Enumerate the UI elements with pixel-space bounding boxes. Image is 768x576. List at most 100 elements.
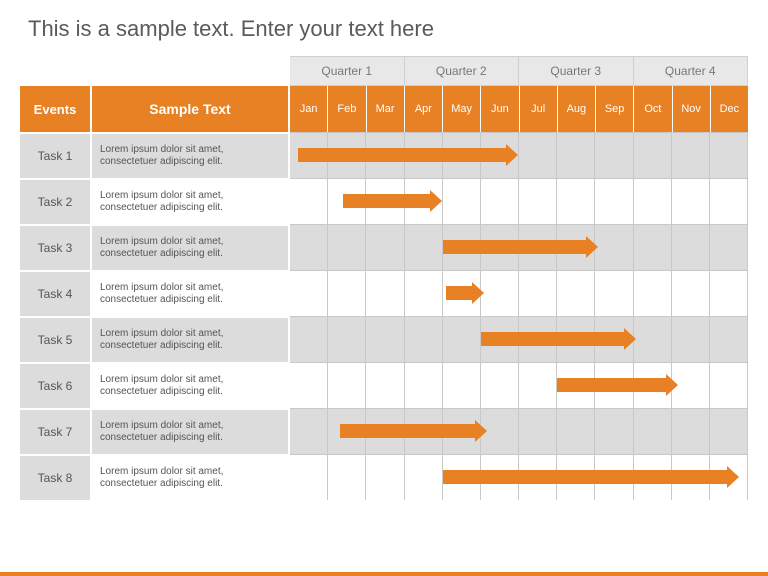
task-row: Task 7Lorem ipsum dolor sit amet, consec… <box>20 408 748 454</box>
month-cell: Mar <box>367 86 405 132</box>
grid-cell <box>290 454 328 500</box>
bar-area <box>290 316 748 362</box>
grid-cell <box>557 270 595 316</box>
task-label: Task 5 <box>20 316 92 362</box>
bar-area <box>290 362 748 408</box>
quarter-cell: Quarter 3 <box>519 56 634 86</box>
quarter-cell: Quarter 4 <box>634 56 749 86</box>
task-row: Task 2Lorem ipsum dolor sit amet, consec… <box>20 178 748 224</box>
gantt-bar-arrow <box>557 378 667 392</box>
month-cell: Oct <box>634 86 672 132</box>
grid-cell <box>672 270 710 316</box>
gantt-chart: Quarter 1 Quarter 2 Quarter 3 Quarter 4 … <box>0 48 768 500</box>
grid-cell <box>290 224 328 270</box>
grid-cell <box>710 178 748 224</box>
grid-cell <box>290 270 328 316</box>
grid-cell <box>519 408 557 454</box>
grid-cell <box>366 270 404 316</box>
task-row: Task 8Lorem ipsum dolor sit amet, consec… <box>20 454 748 500</box>
task-desc: Lorem ipsum dolor sit amet, consectetuer… <box>92 454 290 500</box>
task-row: Task 3Lorem ipsum dolor sit amet, consec… <box>20 224 748 270</box>
task-desc: Lorem ipsum dolor sit amet, consectetuer… <box>92 178 290 224</box>
grid-cell <box>405 270 443 316</box>
grid-cell <box>710 316 748 362</box>
quarter-cell: Quarter 2 <box>405 56 520 86</box>
grid-cell <box>672 224 710 270</box>
grid-cell <box>672 178 710 224</box>
task-label: Task 2 <box>20 178 92 224</box>
grid-cell <box>710 270 748 316</box>
task-row: Task 4Lorem ipsum dolor sit amet, consec… <box>20 270 748 316</box>
month-cell: Apr <box>405 86 443 132</box>
task-row: Task 5Lorem ipsum dolor sit amet, consec… <box>20 316 748 362</box>
task-label: Task 3 <box>20 224 92 270</box>
grid-cell <box>634 408 672 454</box>
grid-cell <box>672 408 710 454</box>
grid-cell <box>710 408 748 454</box>
quarter-cell: Quarter 1 <box>290 56 405 86</box>
grid-cell <box>595 132 633 178</box>
quarter-header-row: Quarter 1 Quarter 2 Quarter 3 Quarter 4 <box>20 56 748 86</box>
grid-cell <box>366 316 404 362</box>
month-cell: Jun <box>481 86 519 132</box>
grid-cell <box>290 316 328 362</box>
quarter-spacer <box>20 56 290 86</box>
bar-area <box>290 270 748 316</box>
grid-cell <box>672 132 710 178</box>
task-label: Task 1 <box>20 132 92 178</box>
bar-area <box>290 408 748 454</box>
grid-cell <box>405 454 443 500</box>
grid-cell <box>634 224 672 270</box>
task-desc: Lorem ipsum dolor sit amet, consectetuer… <box>92 270 290 316</box>
grid-cell <box>443 178 481 224</box>
footer-accent-bar <box>0 572 768 576</box>
grid-cell <box>557 408 595 454</box>
month-cell: Feb <box>328 86 366 132</box>
grid-cell <box>557 178 595 224</box>
month-cell: Sep <box>596 86 634 132</box>
task-label: Task 8 <box>20 454 92 500</box>
grid-cell <box>557 132 595 178</box>
gantt-bar-arrow <box>443 240 587 254</box>
gantt-rows: Task 1Lorem ipsum dolor sit amet, consec… <box>20 132 748 500</box>
task-label: Task 4 <box>20 270 92 316</box>
grid-cell <box>595 178 633 224</box>
task-row: Task 6Lorem ipsum dolor sit amet, consec… <box>20 362 748 408</box>
month-cell: Dec <box>711 86 748 132</box>
grid-cell <box>519 362 557 408</box>
task-row: Task 1Lorem ipsum dolor sit amet, consec… <box>20 132 748 178</box>
page-title: This is a sample text. Enter your text h… <box>0 0 768 48</box>
grid-cell <box>443 316 481 362</box>
bar-area <box>290 224 748 270</box>
bar-area <box>290 132 748 178</box>
task-desc: Lorem ipsum dolor sit amet, consectetuer… <box>92 316 290 362</box>
grid-cell <box>290 362 328 408</box>
gantt-bar-arrow <box>343 194 430 208</box>
grid-cell <box>328 454 366 500</box>
task-desc: Lorem ipsum dolor sit amet, consectetuer… <box>92 132 290 178</box>
grid-cell <box>328 362 366 408</box>
grid-cell <box>328 224 366 270</box>
month-cell: Nov <box>673 86 711 132</box>
task-label: Task 6 <box>20 362 92 408</box>
month-cell: Aug <box>558 86 596 132</box>
grid-cell <box>710 132 748 178</box>
grid-cell <box>405 362 443 408</box>
grid-cell <box>366 362 404 408</box>
grid-cell <box>481 270 519 316</box>
events-column-header: Events <box>20 86 92 132</box>
grid-cell <box>634 270 672 316</box>
column-header-row: Events Sample Text Jan Feb Mar Apr May J… <box>20 86 748 132</box>
month-cell: May <box>443 86 481 132</box>
task-desc: Lorem ipsum dolor sit amet, consectetuer… <box>92 408 290 454</box>
month-cell: Jul <box>520 86 558 132</box>
gantt-bar-arrow <box>443 470 729 484</box>
gantt-bar-arrow <box>481 332 625 346</box>
task-desc: Lorem ipsum dolor sit amet, consectetuer… <box>92 362 290 408</box>
grid-cell <box>710 224 748 270</box>
bar-area <box>290 454 748 500</box>
task-desc: Lorem ipsum dolor sit amet, consectetuer… <box>92 224 290 270</box>
grid-cell <box>366 224 404 270</box>
grid-cell <box>634 316 672 362</box>
grid-cell <box>595 224 633 270</box>
